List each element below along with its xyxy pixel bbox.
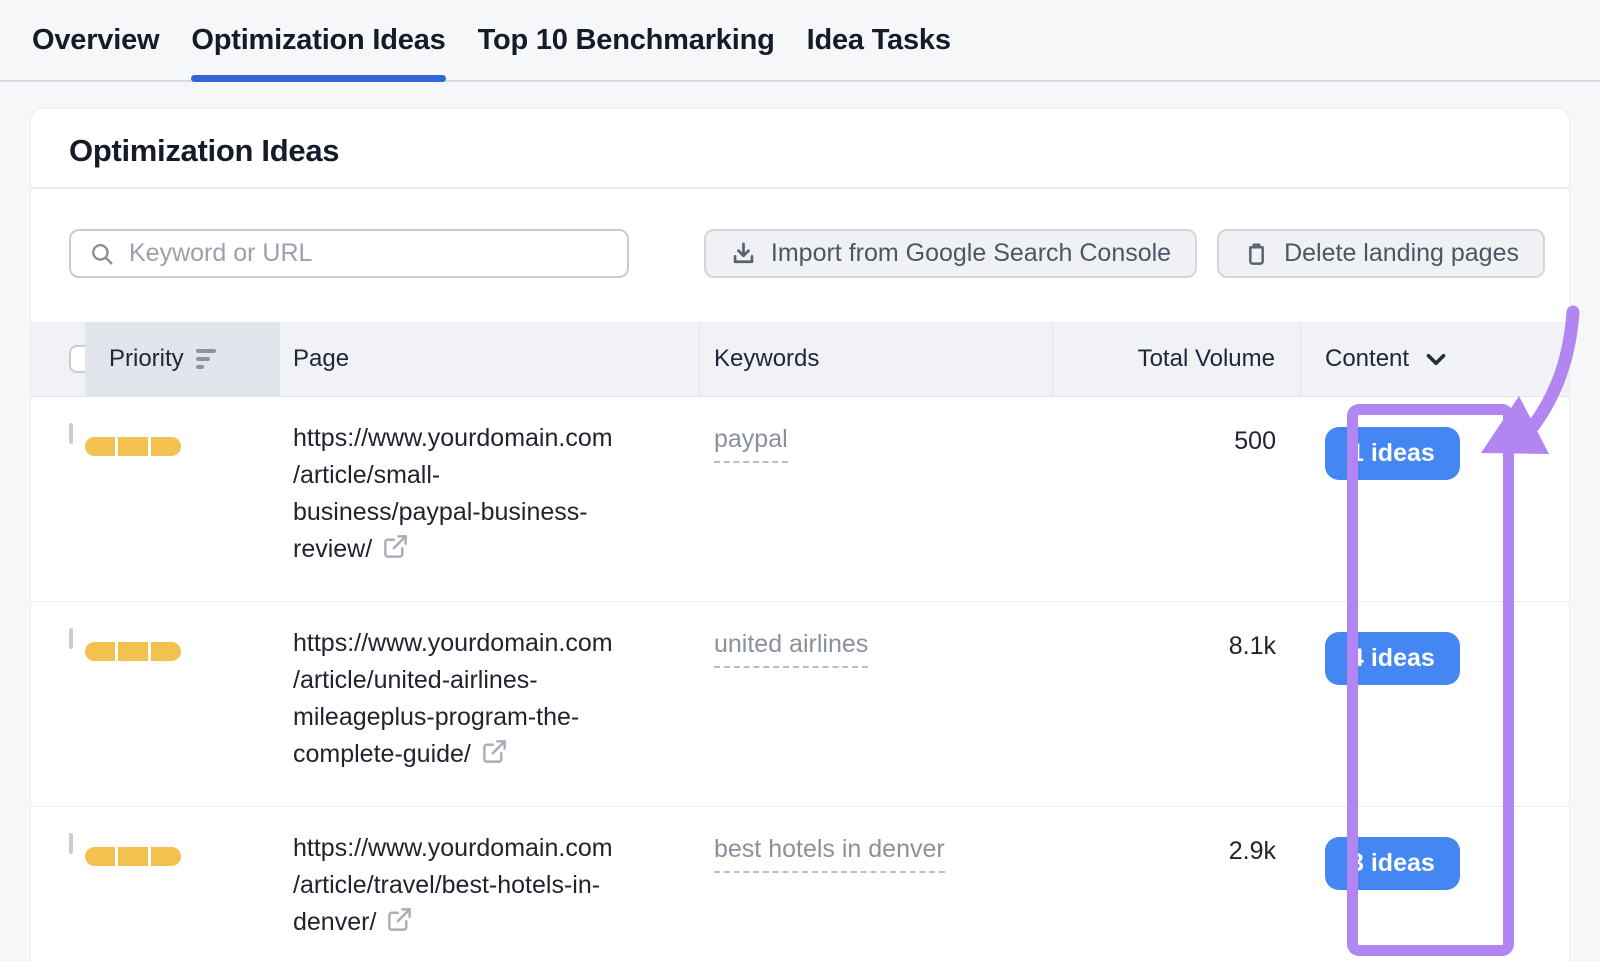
column-header-page: Page <box>280 322 700 396</box>
row-checkbox[interactable] <box>69 833 73 854</box>
total-volume-value: 8.1k <box>1229 632 1276 661</box>
toolbar: Import from Google Search Console Delete… <box>31 189 1569 322</box>
column-header-keywords: Keywords <box>700 322 1053 396</box>
total-volume-value: 2.9k <box>1229 837 1276 866</box>
page-url: https://www.yourdomain.com /article/smal… <box>293 424 613 563</box>
ideas-button[interactable]: 3 ideas <box>1325 837 1460 890</box>
external-link-icon[interactable] <box>481 738 508 776</box>
page-url: https://www.yourdomain.com /article/trav… <box>293 834 613 936</box>
table-row: https://www.yourdomain.com /article/smal… <box>31 397 1569 602</box>
import-gsc-button[interactable]: Import from Google Search Console <box>704 229 1197 278</box>
ideas-button[interactable]: 1 ideas <box>1325 427 1460 480</box>
search-icon <box>89 241 115 267</box>
tab-idea-tasks[interactable]: Idea Tasks <box>807 0 951 80</box>
trash-icon <box>1243 240 1270 267</box>
page-title: Optimization Ideas <box>69 133 1531 169</box>
tab-bar: Overview Optimization Ideas Top 10 Bench… <box>0 0 1600 82</box>
column-header-total-volume: Total Volume <box>1053 322 1301 396</box>
row-checkbox[interactable] <box>69 628 73 649</box>
table-row: https://www.yourdomain.com /article/unit… <box>31 602 1569 807</box>
priority-indicator-high <box>85 847 280 866</box>
ideas-button[interactable]: 4 ideas <box>1325 632 1460 685</box>
tab-overview[interactable]: Overview <box>32 0 159 80</box>
content-header-label: Content <box>1325 345 1409 373</box>
sort-descending-icon <box>196 349 218 369</box>
table-row: https://www.yourdomain.com /article/trav… <box>31 807 1569 961</box>
external-link-icon[interactable] <box>382 533 409 571</box>
delete-landing-pages-label: Delete landing pages <box>1284 239 1519 268</box>
chevron-down-icon <box>1425 352 1447 367</box>
search-box[interactable] <box>69 229 629 278</box>
toolbar-buttons: Import from Google Search Console Delete… <box>704 229 1545 278</box>
card-header: Optimization Ideas <box>31 109 1569 189</box>
column-header-content[interactable]: Content <box>1301 322 1569 396</box>
import-gsc-label: Import from Google Search Console <box>771 239 1171 268</box>
row-checkbox[interactable] <box>69 423 73 444</box>
search-input[interactable] <box>129 239 609 268</box>
delete-landing-pages-button[interactable]: Delete landing pages <box>1217 229 1545 278</box>
keyword-link[interactable]: paypal <box>714 425 788 463</box>
priority-indicator-high <box>85 437 280 456</box>
total-volume-value: 500 <box>1234 427 1276 456</box>
keyword-link[interactable]: united airlines <box>714 630 868 668</box>
priority-header-label: Priority <box>109 345 184 373</box>
keyword-link[interactable]: best hotels in denver <box>714 835 945 873</box>
optimization-ideas-card: Optimization Ideas Import from Google Se… <box>30 108 1570 961</box>
tab-top-10-benchmarking[interactable]: Top 10 Benchmarking <box>478 0 775 80</box>
tab-optimization-ideas[interactable]: Optimization Ideas <box>191 0 445 80</box>
table-header: Priority Page Keywords Total Volume Cont… <box>31 322 1569 397</box>
external-link-icon[interactable] <box>386 906 413 944</box>
priority-indicator-high <box>85 642 280 661</box>
column-header-priority[interactable]: Priority <box>85 322 280 396</box>
page-url: https://www.yourdomain.com /article/unit… <box>293 629 613 768</box>
download-icon <box>730 240 757 267</box>
